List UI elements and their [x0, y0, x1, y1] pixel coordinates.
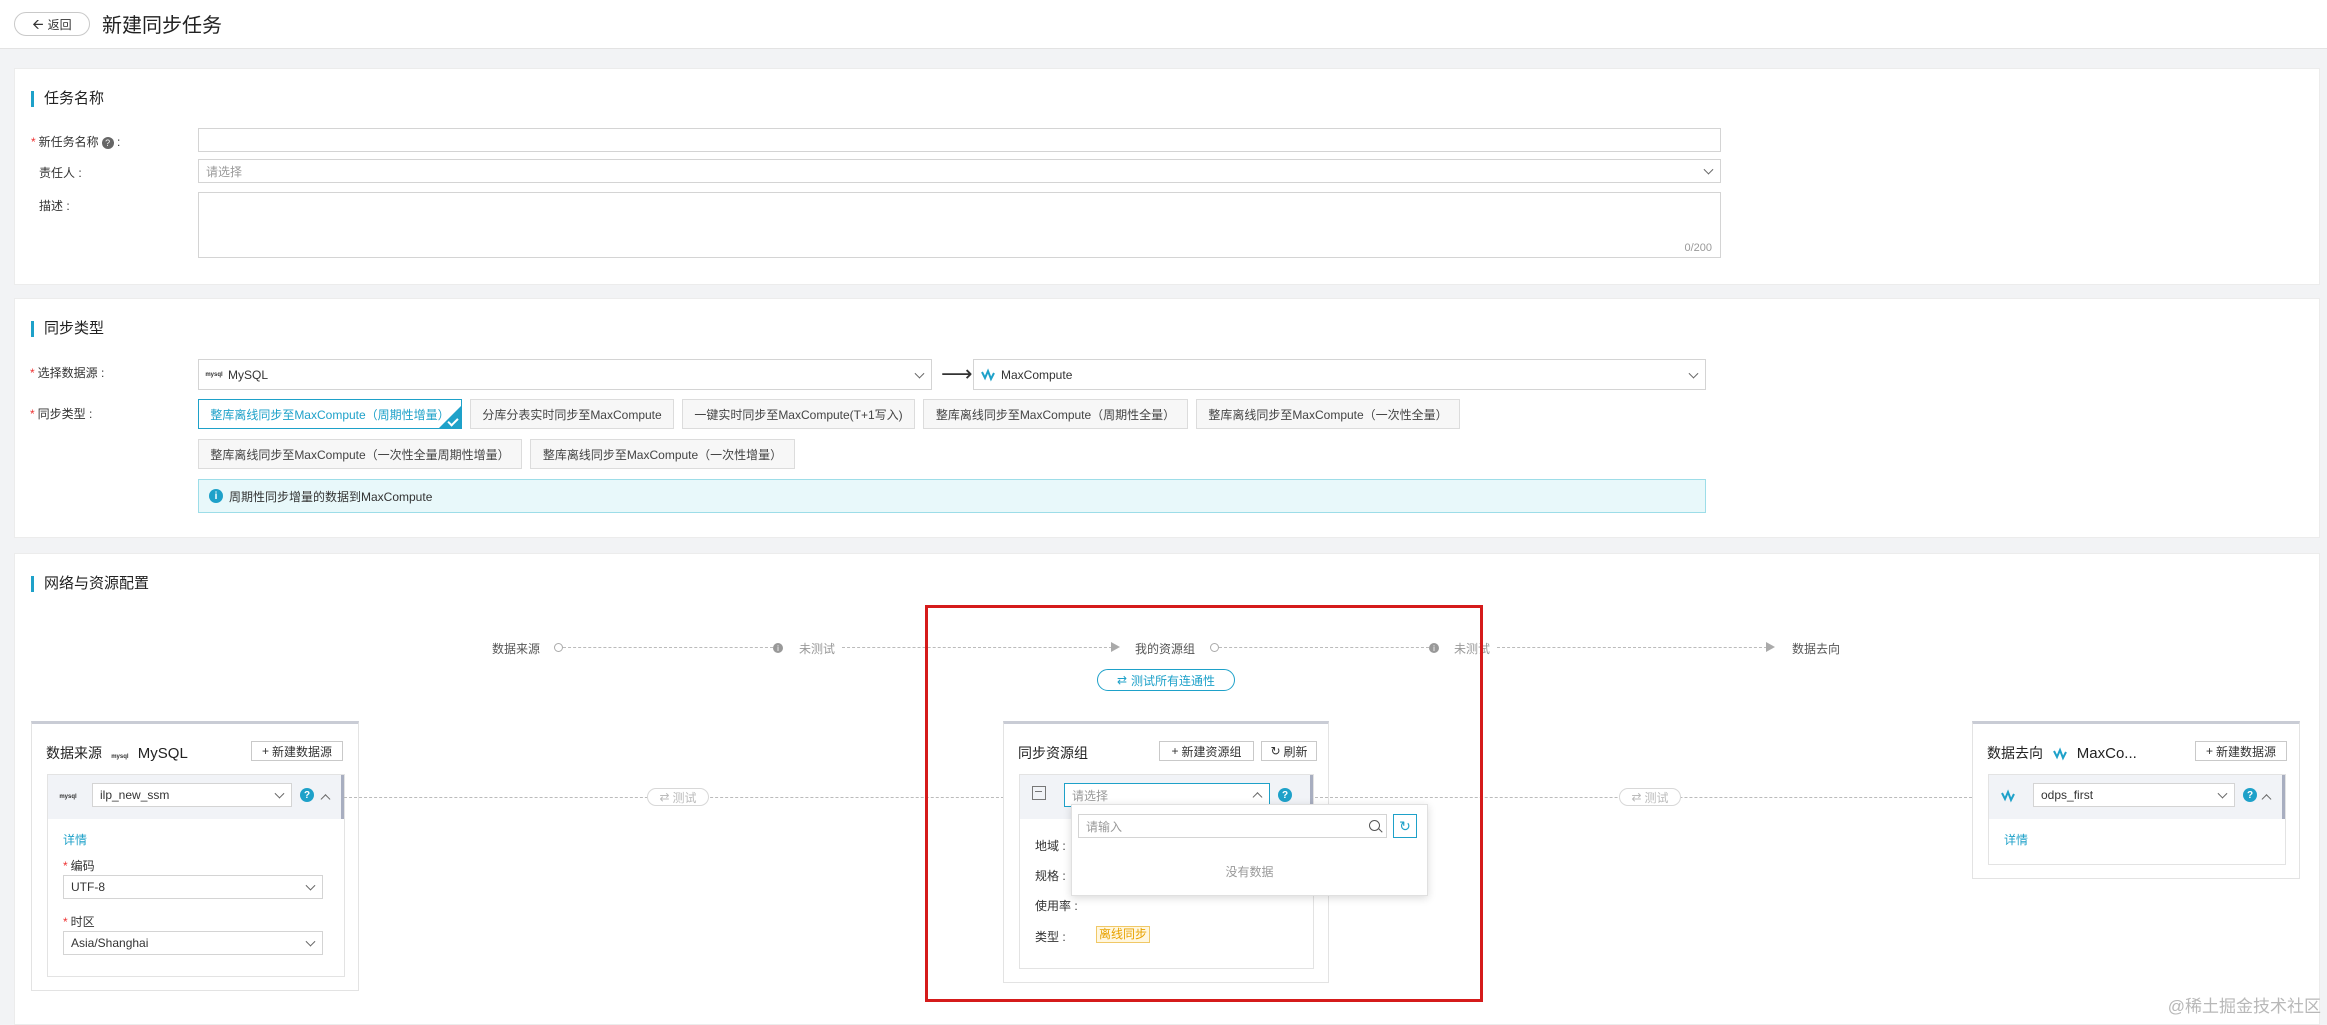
sync-type-option-1[interactable]: 整库离线同步至MaxCompute（周期性增量） [198, 399, 462, 429]
help-icon[interactable]: ? [300, 788, 314, 802]
source-type-select[interactable]: mysql MySQL [198, 359, 932, 390]
sync-type-option-3[interactable]: 一键实时同步至MaxCompute(T+1写入) [682, 399, 915, 429]
source-panel: 数据来源 mysql MySQL + 新建数据源 mysql ilp_new_s… [31, 721, 359, 991]
test-target-button[interactable]: ⇄ 测试 [1619, 788, 1681, 806]
arrow-right-icon: ⟶ [941, 361, 973, 386]
source-panel-title: 数据来源 mysql MySQL [46, 743, 188, 765]
target-config-box: odps_first ? 详情 [1988, 774, 2286, 865]
page-title: 新建同步任务 [102, 15, 222, 37]
timezone-label: * 时区 [63, 915, 95, 929]
test-source-button[interactable]: ⇄ 测试 [647, 788, 709, 806]
back-button[interactable]: 🡨 返回 [14, 12, 90, 36]
top-bar: 🡨 返回 新建同步任务 [0, 0, 2327, 49]
sync-type-option-6[interactable]: 整库离线同步至MaxCompute（一次性全量周期性增量） [198, 439, 522, 469]
sync-type-option-4[interactable]: 整库离线同步至MaxCompute（周期性全量） [923, 399, 1188, 429]
info-icon: i [773, 643, 783, 653]
maxcompute-icon [981, 367, 995, 382]
description-textarea[interactable]: 0/200 [198, 192, 1721, 258]
source-detail-link[interactable]: 详情 [63, 831, 87, 848]
help-icon[interactable]: ? [101, 136, 114, 149]
chevron-down-icon [274, 788, 285, 799]
owner-label: 责任人 : [39, 166, 82, 180]
chevron-down-icon [914, 368, 925, 379]
sync-type-label: * 同步类型 : [30, 407, 93, 421]
chevron-up-icon[interactable] [2261, 794, 2272, 805]
chevron-down-icon [1688, 368, 1699, 379]
back-label: 返回 [47, 17, 72, 32]
swap-icon: ⇄ [1631, 790, 1642, 804]
task-name-card: 任务名称 * 新任务名称? : 责任人 : 请选择 描述 : 0/200 [14, 68, 2320, 285]
swap-icon: ⇄ [659, 790, 670, 804]
description-counter: 0/200 [1684, 242, 1712, 254]
source-type-value: MySQL [228, 367, 269, 382]
target-type-value: MaxCompute [1001, 367, 1073, 382]
chevron-up-icon[interactable] [320, 794, 331, 805]
owner-select[interactable]: 请选择 [198, 159, 1721, 183]
flow-line-1 [563, 647, 773, 648]
description-label: 描述 : [39, 199, 70, 213]
flow-line-4 [1497, 647, 1767, 648]
target-panel-title: 数据去向 MaxCo... [1987, 745, 2137, 762]
timezone-select[interactable]: Asia/Shanghai [63, 931, 323, 955]
source-datasource-select[interactable]: ilp_new_ssm [92, 783, 292, 807]
new-target-datasource-button[interactable]: + 新建数据源 [2195, 741, 2287, 761]
target-datasource-select[interactable]: odps_first [2033, 783, 2235, 807]
flow-node-source [554, 643, 563, 652]
target-type-select[interactable]: MaxCompute [973, 359, 1706, 390]
info-icon: i [209, 489, 223, 503]
sync-info-alert: i 周期性同步增量的数据到MaxCompute [198, 479, 1706, 513]
source-config-box: mysql ilp_new_ssm ? 详情 * 编码 UTF-8 * 时区 Asi… [47, 774, 345, 977]
chevron-down-icon [1703, 164, 1714, 175]
sync-info-text: 周期性同步增量的数据到MaxCompute [229, 489, 433, 504]
section-title-sync: 同步类型 [31, 321, 104, 337]
arrow-left-icon: 🡨 [32, 16, 44, 32]
section-title-task: 任务名称 [31, 91, 104, 107]
new-datasource-button[interactable]: + 新建数据源 [251, 741, 343, 761]
chevron-down-icon [305, 880, 316, 891]
flow-untested-1: 未测试 [799, 642, 836, 656]
mysql-icon: mysql [59, 794, 77, 800]
flow-source-label: 数据来源 [492, 642, 541, 656]
arrow-head-icon [1766, 642, 1775, 652]
source-label: * 选择数据源 : [30, 366, 105, 380]
mysql-icon: mysql [111, 754, 129, 760]
maxcompute-icon [2001, 789, 2015, 803]
maxcompute-icon [2052, 747, 2067, 761]
task-name-input[interactable] [198, 128, 1721, 152]
encoding-select[interactable]: UTF-8 [63, 875, 323, 899]
sync-type-option-7[interactable]: 整库离线同步至MaxCompute（一次性增量） [530, 439, 795, 469]
chevron-down-icon [305, 936, 316, 947]
chevron-down-icon [2217, 788, 2228, 799]
owner-placeholder: 请选择 [206, 164, 243, 179]
highlight-frame [925, 605, 1483, 1002]
plus-icon: + [2205, 744, 2213, 758]
mysql-icon: mysql [205, 371, 223, 378]
task-name-label: * 新任务名称? : [31, 135, 121, 149]
section-title-network: 网络与资源配置 [31, 576, 149, 592]
encoding-label: * 编码 [63, 859, 95, 873]
sync-type-option-2[interactable]: 分库分表实时同步至MaxCompute [470, 399, 674, 429]
watermark: @稀土掘金技术社区 [2167, 997, 2321, 1016]
target-detail-link[interactable]: 详情 [2004, 831, 2028, 848]
target-panel: 数据去向 MaxCo... + 新建数据源 odps_first ? 详情 [1972, 721, 2300, 879]
flow-target-label: 数据去向 [1792, 642, 1841, 656]
plus-icon: + [261, 744, 269, 758]
sync-type-option-5[interactable]: 整库离线同步至MaxCompute（一次性全量） [1196, 399, 1460, 429]
help-icon[interactable]: ? [2243, 788, 2257, 802]
